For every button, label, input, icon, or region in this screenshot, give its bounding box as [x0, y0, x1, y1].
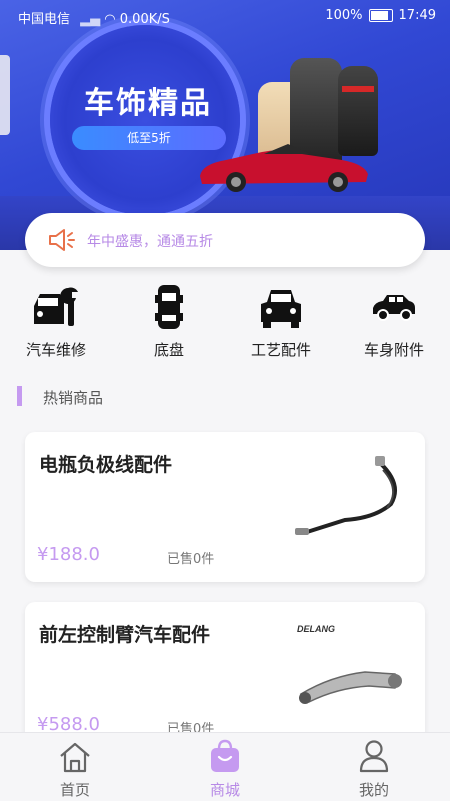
category-label: 底盘 [153, 341, 184, 359]
banner-decoration [0, 55, 10, 135]
wifi-icon: ◠ [104, 12, 116, 27]
tab-label: 商城 [209, 781, 240, 799]
notice-text: 年中盛惠，通通五折 [87, 234, 213, 250]
tab-label: 我的 [358, 781, 389, 799]
banner-title: 车饰精品 [84, 86, 212, 121]
category-label: 汽车维修 [25, 341, 86, 359]
home-icon [60, 742, 90, 773]
section-title: 热销商品 [43, 389, 104, 407]
car-image [200, 144, 368, 192]
product-sold-count: 已售0件 [167, 552, 215, 567]
carrier-label: 中国电信 [18, 12, 71, 27]
product-price: ¥188.0 [37, 544, 100, 565]
category-craft-parts[interactable]: 工艺配件 [231, 283, 331, 360]
car-side-icon [373, 295, 415, 321]
section-marker [17, 386, 22, 406]
chassis-icon [155, 285, 183, 329]
category-car-repair[interactable]: 汽车维修 [6, 283, 106, 360]
product-image: DELANG [291, 614, 409, 732]
battery-percent: 100% [325, 8, 363, 23]
tab-profile[interactable]: 我的 [324, 737, 424, 800]
product-brand-logo: DELANG [297, 624, 335, 634]
car-front-icon [261, 290, 301, 328]
bottom-tab-bar: 首页 商城 我的 [0, 732, 450, 801]
tab-home[interactable]: 首页 [25, 737, 125, 800]
shopping-bag-icon [211, 739, 239, 772]
signal-icon: ▂▄ [80, 12, 101, 27]
category-label: 车身附件 [363, 341, 424, 359]
tab-label: 首页 [59, 781, 90, 799]
category-label: 工艺配件 [250, 341, 311, 359]
car-repair-icon [34, 287, 78, 326]
product-name: 电瓶负极线配件 [39, 454, 173, 476]
notice-bar[interactable]: 年中盛惠，通通五折 [25, 213, 425, 267]
network-speed: 0.00K/S [119, 12, 170, 27]
category-body-accessories[interactable]: 车身附件 [344, 283, 444, 360]
user-icon [359, 740, 389, 773]
product-image [291, 444, 409, 562]
category-chassis[interactable]: 底盘 [119, 283, 219, 360]
speaker-icon [49, 229, 75, 251]
category-row: 汽车维修 底盘 工艺配件 车身附件 [0, 283, 450, 363]
status-bar: 中国电信 ▂▄ ◠ 0.00K/S 100% 17:49 [0, 0, 450, 32]
tab-mall[interactable]: 商城 [175, 737, 275, 800]
clock: 17:49 [398, 8, 436, 23]
product-name: 前左控制臂汽车配件 [39, 624, 211, 646]
product-card[interactable]: 电瓶负极线配件 ¥188.0 已售0件 [25, 432, 425, 582]
battery-icon [368, 9, 393, 22]
product-card[interactable]: 前左控制臂汽车配件 ¥588.0 已售0件 DELANG [25, 602, 425, 752]
